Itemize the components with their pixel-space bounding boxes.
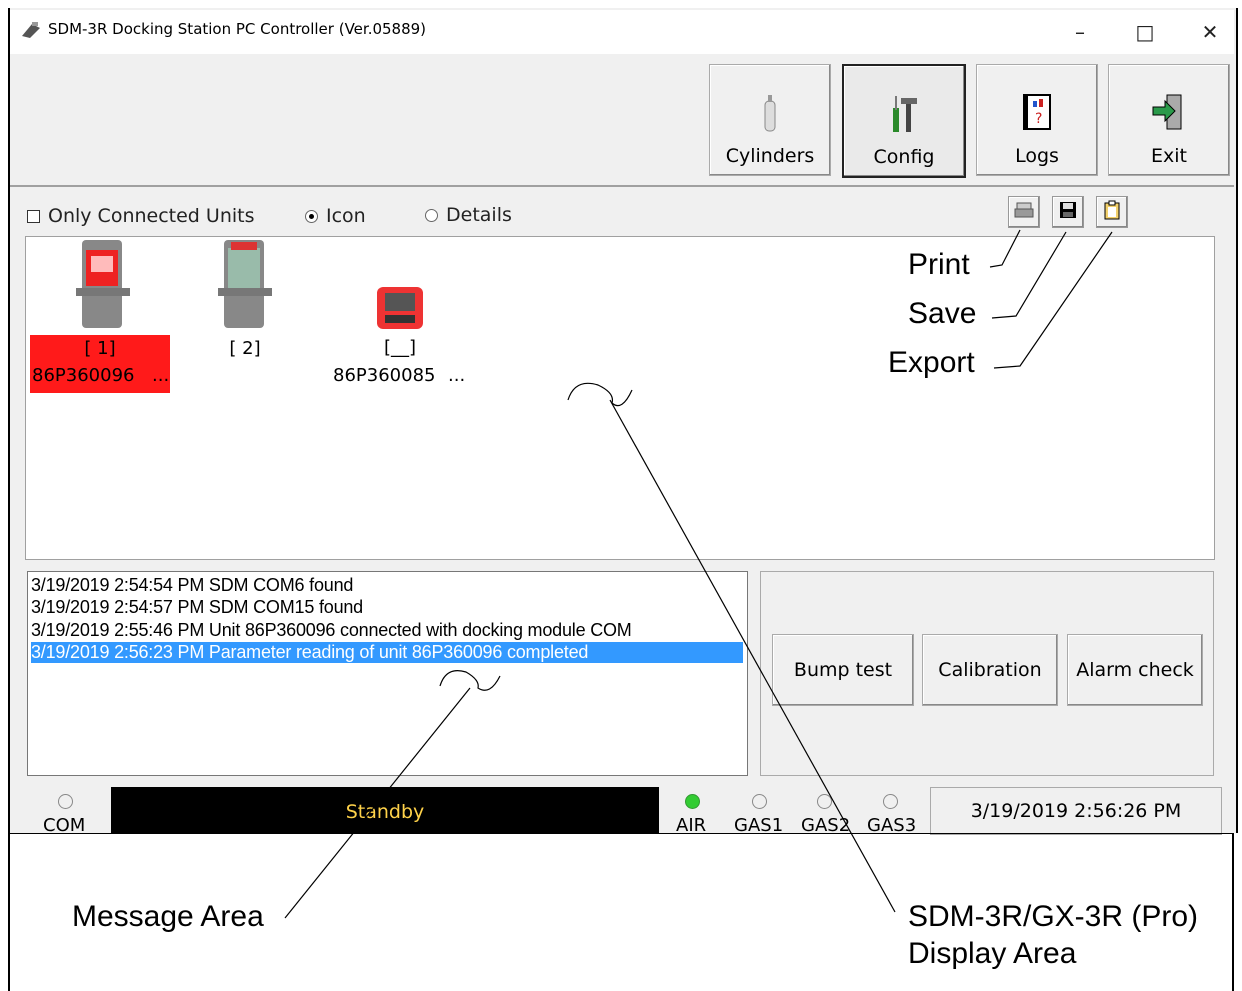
callout-leader-lines <box>284 229 1113 919</box>
